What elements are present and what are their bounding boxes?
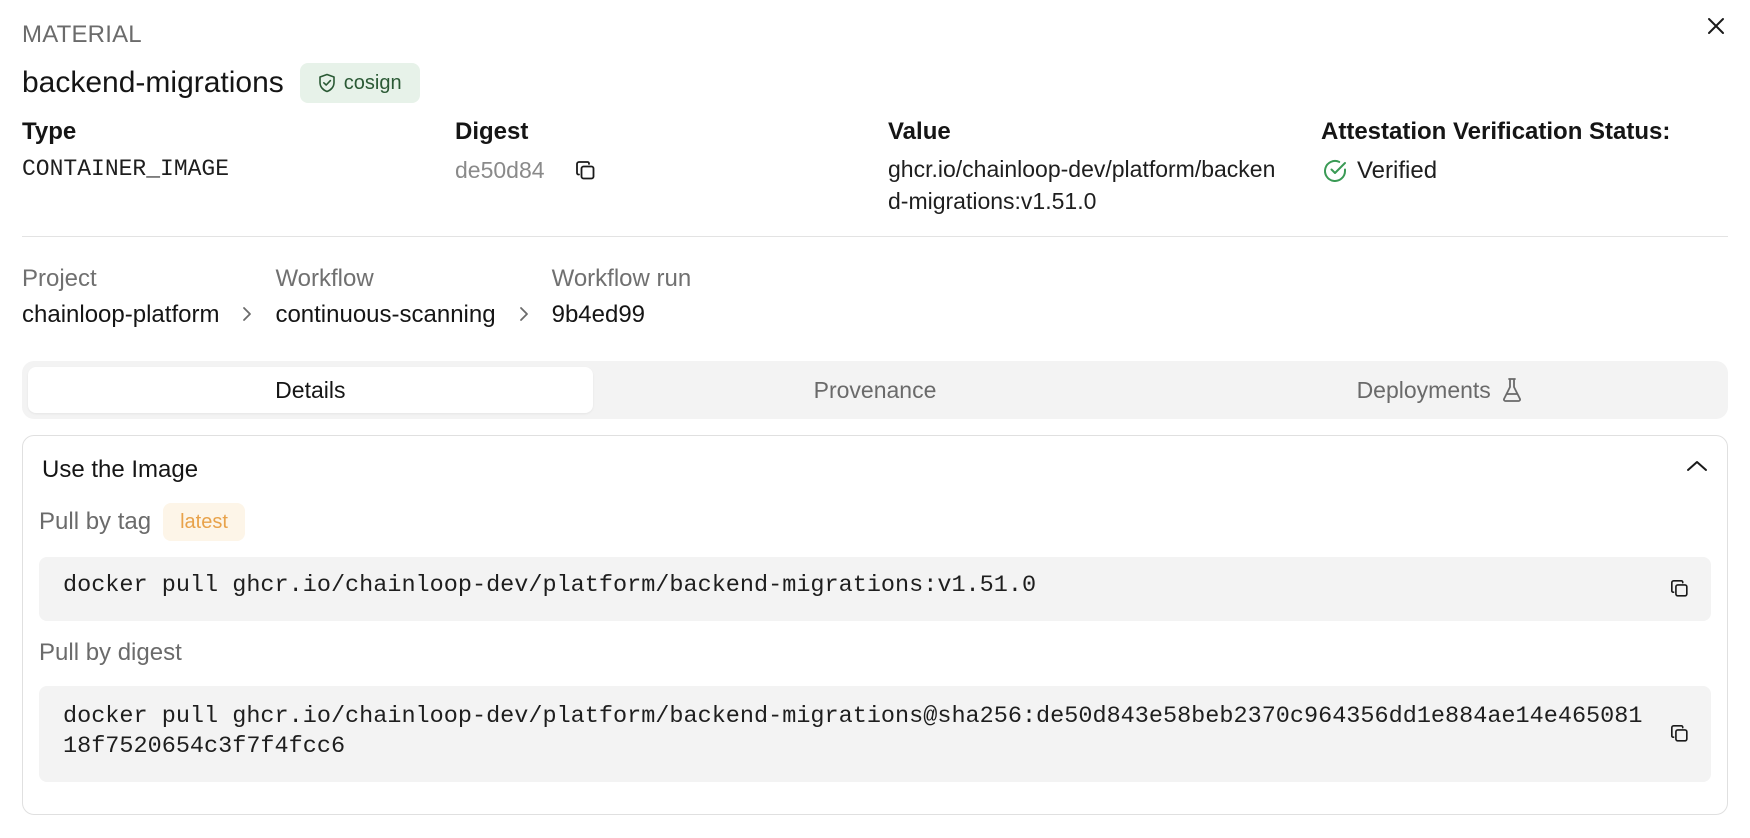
- close-icon: [1708, 18, 1724, 34]
- crumb-project-link[interactable]: chainloop-platform: [22, 301, 219, 331]
- tab-deployments[interactable]: Deployments: [1157, 367, 1722, 413]
- crumb-workflow-link[interactable]: continuous-scanning: [275, 301, 495, 331]
- pull-by-tag-command: docker pull ghcr.io/chainloop-dev/platfo…: [39, 557, 1711, 621]
- meta-type-value: CONTAINER_IMAGE: [22, 156, 230, 182]
- material-kind-label: MATERIAL: [22, 21, 142, 48]
- copy-icon: [575, 160, 594, 179]
- digest-row: de50d84: [455, 157, 888, 184]
- chevron-right-icon: [243, 307, 252, 321]
- tab-provenance-label: Provenance: [813, 376, 937, 403]
- pull-by-digest-command-text: docker pull ghcr.io/chainloop-dev/platfo…: [63, 703, 1643, 760]
- chevron-up-icon: [1687, 461, 1707, 471]
- crumb-workflow-label: Workflow: [275, 265, 374, 292]
- tab-bar: Details Provenance Deployments: [22, 361, 1728, 419]
- meta-type: Type CONTAINER_IMAGE: [22, 117, 455, 236]
- chevron-right-icon: [519, 307, 528, 321]
- use-image-header[interactable]: Use the Image: [39, 436, 1711, 502]
- material-panel: MATERIAL backend-migrations cosign Type …: [0, 0, 1750, 838]
- pull-by-tag-label: Pull by tag: [39, 508, 152, 535]
- crumb-project-label: Project: [22, 265, 97, 292]
- meta-value: Value ghcr.io/chainloop-dev/platform/bac…: [888, 117, 1321, 236]
- pull-by-digest-command: docker pull ghcr.io/chainloop-dev/platfo…: [39, 686, 1711, 782]
- verified-status-text: Verified: [1357, 157, 1438, 184]
- cosign-badge-label: cosign: [343, 71, 402, 94]
- material-title: backend-migrations: [22, 66, 284, 99]
- pull-by-digest-label: Pull by digest: [39, 639, 182, 666]
- breadcrumb: Project chainloop-platform Workflow cont…: [22, 265, 1728, 331]
- copy-digest-button[interactable]: [573, 158, 599, 184]
- check-circle-icon: [1324, 160, 1346, 182]
- use-image-card: Use the Image Pull by tag latest docker …: [22, 435, 1728, 815]
- meta-status: Attestation Verification Status: Verifie…: [1321, 117, 1728, 236]
- meta-type-label: Type: [22, 118, 77, 145]
- meta-value-label: Value: [888, 118, 951, 145]
- meta-status-label: Attestation Verification Status:: [1321, 118, 1671, 145]
- crumb-workflow: Workflow continuous-scanning: [275, 265, 495, 331]
- crumb-project: Project chainloop-platform: [22, 265, 219, 331]
- tab-deployments-label: Deployments: [1356, 376, 1491, 403]
- crumb-run: Workflow run 9b4ed99: [552, 265, 692, 331]
- close-button[interactable]: [1704, 14, 1728, 38]
- pull-by-tag-row: Pull by tag latest: [39, 502, 1711, 542]
- verified-status: Verified: [1321, 157, 1728, 185]
- meta-digest: Digest de50d84: [455, 117, 888, 236]
- material-meta: Type CONTAINER_IMAGE Digest de50d84 Valu…: [22, 117, 1728, 237]
- copy-tag-command-button[interactable]: [1667, 576, 1693, 602]
- meta-digest-value: de50d84: [455, 157, 545, 183]
- copy-icon: [1671, 725, 1688, 742]
- crumb-run-label: Workflow run: [551, 265, 692, 292]
- collapse-button[interactable]: [1683, 452, 1711, 480]
- tag-badge: latest: [163, 503, 245, 541]
- title-row: backend-migrations cosign: [22, 61, 1728, 105]
- use-image-title: Use the Image: [42, 456, 199, 483]
- tab-provenance[interactable]: Provenance: [593, 367, 1158, 413]
- copy-digest-command-button[interactable]: [1667, 721, 1693, 747]
- pull-by-digest-row: Pull by digest: [39, 635, 1711, 671]
- pull-by-tag-command-text: docker pull ghcr.io/chainloop-dev/platfo…: [63, 572, 1037, 599]
- copy-icon: [1671, 580, 1688, 597]
- crumb-run-link[interactable]: 9b4ed99: [552, 301, 692, 331]
- tab-details-label: Details: [275, 376, 346, 403]
- tab-details[interactable]: Details: [28, 367, 593, 413]
- meta-value-text: ghcr.io/chainloop-dev/platform/backend-m…: [888, 156, 1276, 214]
- meta-digest-label: Digest: [455, 118, 529, 145]
- cosign-badge: cosign: [299, 63, 420, 103]
- shield-check-icon: [318, 73, 335, 93]
- crumb-separator: [496, 299, 552, 329]
- flask-icon: [1502, 378, 1521, 402]
- crumb-separator: [219, 299, 275, 329]
